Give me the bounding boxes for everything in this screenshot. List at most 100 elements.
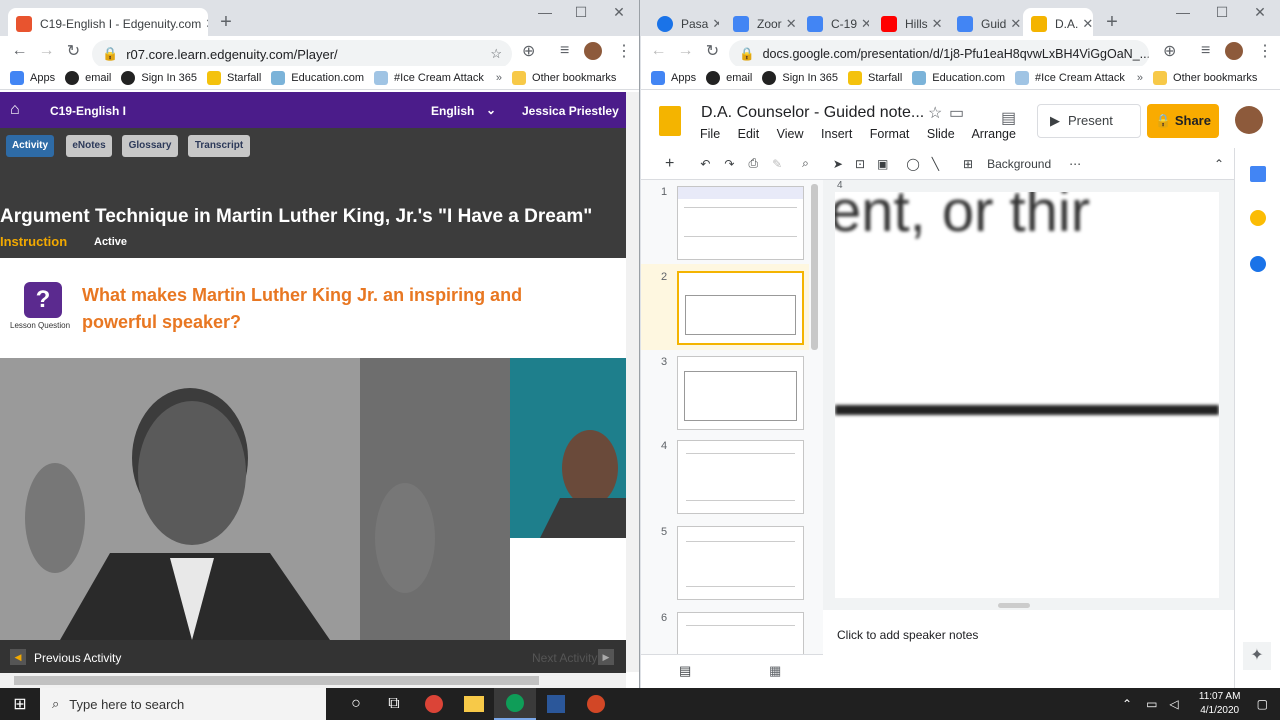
shape-icon[interactable]: ◯ xyxy=(906,157,919,171)
new-slide-icon[interactable]: + xyxy=(665,155,674,173)
redo-icon[interactable]: ↷ xyxy=(724,157,734,171)
slide-thumbnail[interactable] xyxy=(677,186,804,260)
reload-icon[interactable]: ↻ xyxy=(60,41,87,61)
grid-view-icon[interactable]: ▦ xyxy=(769,663,781,679)
star-icon[interactable]: ☆ xyxy=(928,103,942,123)
close-icon[interactable]: ✕ xyxy=(1006,16,1021,32)
bookmark-starfall[interactable]: Starfall xyxy=(207,70,261,85)
bookmark-apps[interactable]: Apps xyxy=(651,70,696,85)
slide-thumbnail[interactable] xyxy=(677,526,804,600)
slide-thumbnail[interactable] xyxy=(677,271,804,345)
speaker-notes-placeholder[interactable]: Click to add speaker notes xyxy=(837,628,978,642)
windows-start-icon[interactable]: ⊞ xyxy=(0,694,40,714)
minimize-button[interactable]: — xyxy=(530,4,560,20)
background-button[interactable]: Background xyxy=(987,157,1051,171)
pinterest-icon[interactable]: ⊕ xyxy=(1163,41,1176,61)
back-icon[interactable]: ← xyxy=(645,42,672,60)
menu-icon[interactable]: ⋮ xyxy=(616,41,632,61)
menu-slide[interactable]: Slide xyxy=(927,127,955,141)
slide-thumbnail[interactable] xyxy=(677,356,804,430)
menu-format[interactable]: Format xyxy=(870,127,910,141)
minimize-button[interactable]: — xyxy=(1168,4,1198,20)
tab-activity[interactable]: Activity xyxy=(6,135,54,157)
menu-icon[interactable]: ⋮ xyxy=(1257,41,1273,61)
menu-view[interactable]: View xyxy=(777,127,804,141)
maximize-button[interactable]: ☐ xyxy=(1207,4,1237,21)
horizontal-scrollbar[interactable] xyxy=(998,603,1030,608)
keep-icon[interactable] xyxy=(1250,210,1266,226)
task-view-icon[interactable]: ⧉ xyxy=(374,695,414,713)
slide-thumbnail[interactable] xyxy=(677,440,804,514)
speaker-notes[interactable]: Click to add speaker notes xyxy=(823,612,1234,654)
notifications-icon[interactable]: ▢ xyxy=(1257,697,1268,711)
undo-icon[interactable]: ↶ xyxy=(700,157,710,171)
bookmark-email[interactable]: email xyxy=(65,70,111,85)
chevron-down-icon[interactable]: ⌄ xyxy=(486,103,496,117)
bookmark-other[interactable]: Other bookmarks xyxy=(1153,70,1257,85)
user-name[interactable]: Jessica Priestley xyxy=(522,104,619,118)
address-bar[interactable]: 🔒 r07.core.learn.edgenuity.com/Player/ ☆ xyxy=(92,40,512,68)
close-icon[interactable]: ✕ xyxy=(857,16,869,32)
new-tab-button[interactable]: + xyxy=(1100,11,1124,34)
bookmark-starfall[interactable]: Starfall xyxy=(848,70,902,85)
file-explorer-icon[interactable] xyxy=(454,696,494,712)
pinterest-icon[interactable]: ⊕ xyxy=(522,41,535,61)
language-select[interactable]: English xyxy=(431,104,474,118)
more-icon[interactable]: ⋯ xyxy=(1069,157,1081,171)
image-icon[interactable]: ▣ xyxy=(877,157,888,171)
bookmark-other[interactable]: Other bookmarks xyxy=(512,70,616,85)
bookmark-signin[interactable]: Sign In 365 xyxy=(762,70,838,85)
filmstrip-view-icon[interactable]: ▤ xyxy=(679,663,691,679)
search-box[interactable]: ⌕ Type here to search xyxy=(40,688,326,720)
back-icon[interactable]: ← xyxy=(6,42,33,60)
zoom-icon[interactable]: ⌕ xyxy=(802,156,809,171)
reload-icon[interactable]: ↻ xyxy=(699,41,726,61)
comment-icon[interactable]: ▤ xyxy=(1001,108,1016,128)
avatar[interactable] xyxy=(1225,42,1243,60)
clock[interactable]: 11:07 AM 4/1/2020 xyxy=(1189,690,1251,718)
line-icon[interactable]: ╲ xyxy=(932,157,939,171)
powerpoint-icon[interactable] xyxy=(576,695,616,713)
home-icon[interactable]: ⌂ xyxy=(10,101,20,119)
chevron-right-icon[interactable]: ▶ xyxy=(598,649,614,665)
avatar[interactable] xyxy=(584,42,602,60)
vertical-scrollbar[interactable] xyxy=(626,92,639,672)
bookmark-signin[interactable]: Sign In 365 xyxy=(121,70,197,85)
share-button[interactable]: 🔒 Share xyxy=(1147,104,1219,138)
maximize-button[interactable]: ☐ xyxy=(566,4,596,21)
lesson-video[interactable] xyxy=(0,358,626,640)
slide-canvas[interactable]: 4 ent, or thir xyxy=(823,180,1234,610)
star-icon[interactable]: ☆ xyxy=(490,46,502,62)
menu-insert[interactable]: Insert xyxy=(821,127,852,141)
tasks-icon[interactable] xyxy=(1250,256,1266,272)
volume-icon[interactable]: ◁ xyxy=(1169,697,1178,711)
print-icon[interactable]: ⎙ xyxy=(748,156,758,171)
select-icon[interactable]: ➤ xyxy=(833,157,843,171)
forward-icon[interactable]: → xyxy=(672,42,699,60)
cortana-icon[interactable]: ○ xyxy=(338,695,374,713)
close-icon[interactable]: ✕ xyxy=(708,16,719,32)
previous-activity-button[interactable]: Previous Activity xyxy=(34,651,121,665)
comment-add-icon[interactable]: ⊞ xyxy=(963,157,973,171)
media-icon[interactable]: ≡ xyxy=(1201,42,1210,60)
menu-arrange[interactable]: Arrange xyxy=(971,127,1015,141)
tab-transcript[interactable]: Transcript xyxy=(188,135,250,157)
slides-logo-icon[interactable] xyxy=(659,106,681,136)
calendar-icon[interactable] xyxy=(1250,166,1266,182)
close-window-button[interactable]: ✕ xyxy=(604,4,634,21)
scroll-thumb[interactable] xyxy=(14,676,539,685)
document-title[interactable]: D.A. Counselor - Guided note... xyxy=(701,104,924,122)
close-icon[interactable]: ✕ xyxy=(782,16,795,32)
paint-format-icon[interactable]: ✎ xyxy=(772,157,782,171)
horizontal-scrollbar[interactable] xyxy=(0,673,626,688)
chevron-left-icon[interactable]: ◀ xyxy=(10,649,26,665)
close-window-button[interactable]: ✕ xyxy=(1245,4,1275,21)
present-button[interactable]: ▶ Present xyxy=(1037,104,1141,138)
close-icon[interactable]: ✕ xyxy=(1078,16,1093,32)
bookmark-icecream[interactable]: #Ice Cream Attack xyxy=(374,70,484,85)
chevron-up-icon[interactable]: ⌃ xyxy=(1122,697,1132,711)
bookmark-education[interactable]: Education.com xyxy=(912,70,1005,85)
address-bar[interactable]: 🔒 docs.google.com/presentation/d/1j8-Pfu… xyxy=(729,40,1149,68)
tab-glossary[interactable]: Glossary xyxy=(122,135,178,157)
slide-thumbnail[interactable] xyxy=(677,612,804,654)
